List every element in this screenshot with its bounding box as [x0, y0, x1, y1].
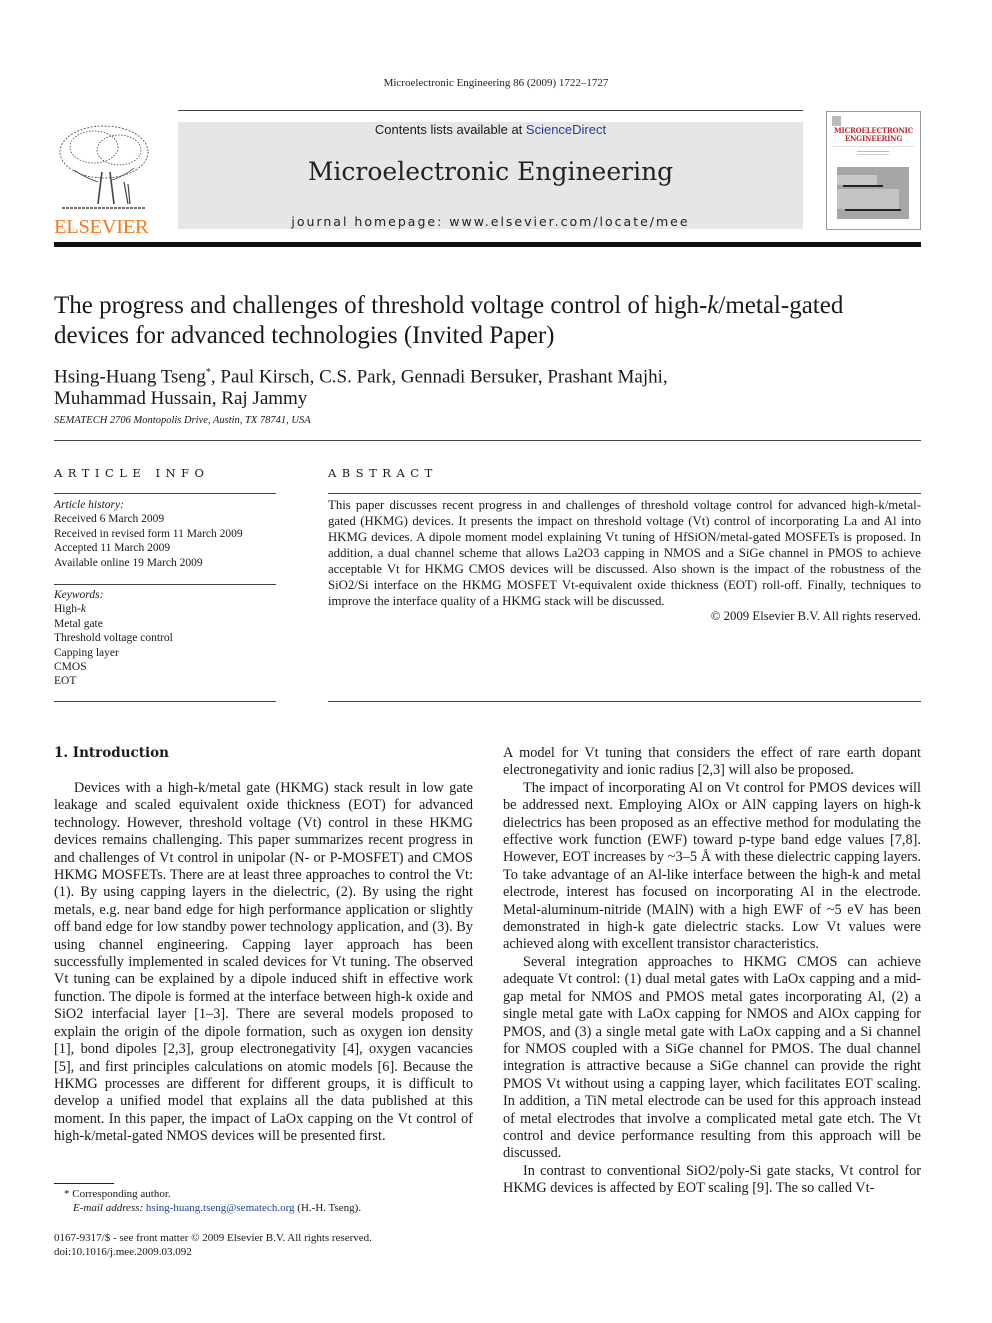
article-history-label: Article history:	[54, 499, 124, 511]
elsevier-logo[interactable]: ELSEVIER	[54, 122, 154, 238]
affiliation-rule	[54, 440, 921, 441]
contents-line: Contents lists available at ScienceDirec…	[178, 122, 803, 137]
journal-cover-thumbnail[interactable]: MICROELECTRONIC ENGINEERING	[826, 111, 921, 230]
keyword-item: High-k	[54, 603, 86, 616]
author-corresponding[interactable]: Hsing-Huang Tseng	[54, 366, 206, 387]
cover-title-line2: ENGINEERING	[844, 134, 903, 143]
history-revised: Received in revised form 11 March 2009	[54, 527, 243, 540]
footnote-rule	[54, 1183, 114, 1184]
sciencedirect-link[interactable]: ScienceDirect	[526, 122, 606, 137]
intro-paragraph-4: Several integration approaches to HKMG C…	[503, 953, 921, 1162]
doi-line[interactable]: doi:10.1016/j.mee.2009.03.092	[54, 1245, 192, 1259]
author-list: Hsing-Huang Tseng*, Paul Kirsch, C.S. Pa…	[54, 366, 668, 410]
article-info-rule	[54, 493, 276, 494]
keyword-item: CMOS	[54, 661, 87, 674]
journal-title: Microelectronic Engineering	[307, 157, 674, 186]
keyword-item: EOT	[54, 675, 77, 688]
footnote-corresponding: * Corresponding author.	[64, 1188, 171, 1200]
cover-image	[837, 167, 909, 219]
contents-prefix: Contents lists available at	[374, 122, 526, 137]
journal-banner: Contents lists available at ScienceDirec…	[178, 122, 803, 229]
article-history: Article history: Received 6 March 2009 R…	[54, 498, 276, 570]
affiliation: SEMATECH 2706 Montopolis Drive, Austin, …	[54, 415, 311, 426]
issn-line: 0167-9317/$ - see front matter © 2009 El…	[54, 1232, 372, 1244]
body-right-column: A model for Vt tuning that considers the…	[503, 745, 921, 1198]
abstract-text: This paper discusses recent progress in …	[328, 498, 921, 608]
keywords-list: Keywords: High-k Metal gate Threshold vo…	[54, 588, 276, 689]
masthead-rule	[54, 242, 921, 247]
article-title: The progress and challenges of threshold…	[54, 292, 844, 349]
journal-homepage-link[interactable]: journal homepage: www.elsevier.com/locat…	[178, 214, 803, 229]
intro-paragraph-5: In contrast to conventional SiO2/poly-Si…	[503, 1162, 921, 1197]
keyword-item: Capping layer	[54, 646, 119, 659]
header-rule	[178, 110, 803, 111]
section-heading-introduction: 1. Introduction	[54, 745, 169, 761]
footnote-email: E-mail address: hsing-huang.tseng@semate…	[73, 1202, 362, 1214]
keyword-item: Metal gate	[54, 617, 103, 630]
elsevier-wordmark: ELSEVIER	[54, 216, 149, 238]
intro-paragraph-1: Devices with a high-k/metal gate (HKMG) …	[54, 780, 473, 1145]
article-info-heading: ARTICLE INFO	[54, 466, 210, 480]
author-email-link[interactable]: hsing-huang.tseng@sematech.org	[146, 1202, 295, 1214]
cover-mini-logo-icon	[832, 116, 841, 126]
keywords-rule	[54, 584, 276, 585]
abstract-copyright: © 2009 Elsevier B.V. All rights reserved…	[710, 609, 921, 623]
history-received: Received 6 March 2009	[54, 513, 165, 526]
abstract-rule	[328, 493, 921, 494]
history-accepted: Accepted 11 March 2009	[54, 542, 171, 555]
abstract-bottom-rule	[328, 701, 921, 702]
history-online: Available online 19 March 2009	[54, 556, 203, 569]
running-head: Microelectronic Engineering 86 (2009) 17…	[383, 77, 609, 89]
intro-paragraph-3: The impact of incorporating Al on Vt con…	[503, 779, 921, 953]
keywords-label: Keywords:	[54, 589, 104, 601]
abstract-heading: ABSTRACT	[328, 466, 438, 480]
keyword-item: Threshold voltage control	[54, 632, 173, 645]
elsevier-tree-icon	[59, 125, 149, 209]
article-info-bottom-rule	[54, 701, 276, 702]
body-left-column: Devices with a high-k/metal gate (HKMG) …	[54, 780, 473, 1146]
intro-paragraph-2: A model for Vt tuning that considers the…	[503, 745, 921, 779]
